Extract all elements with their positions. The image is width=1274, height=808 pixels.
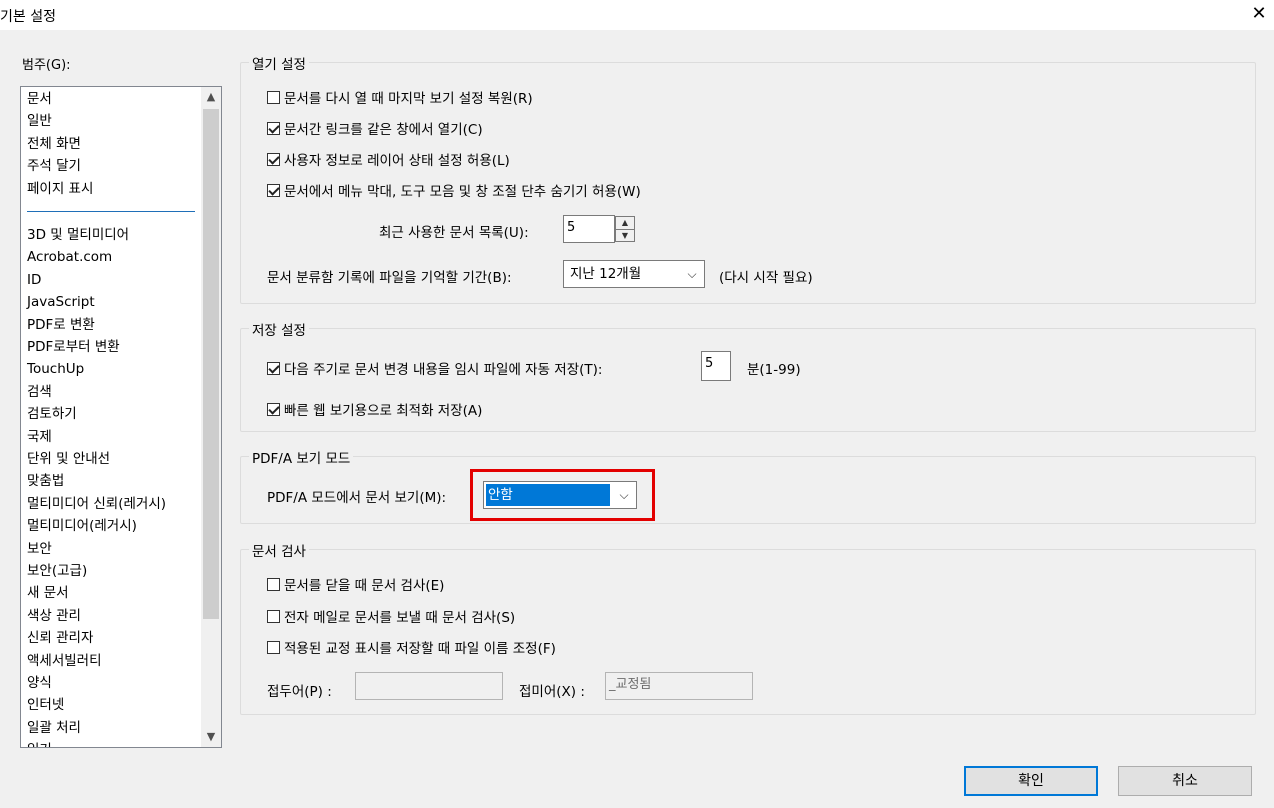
restart-note: (다시 시작 필요)	[719, 270, 813, 286]
category-item[interactable]: 단위 및 안내선	[27, 449, 110, 469]
suffix-label: 접미어(X) :	[519, 684, 585, 700]
category-item[interactable]: ID	[27, 270, 41, 290]
checkbox-box[interactable]	[267, 90, 280, 104]
checkbox-box[interactable]	[267, 577, 280, 591]
category-item[interactable]: 보안	[27, 539, 52, 559]
category-label: 범주(G):	[22, 58, 71, 73]
category-item[interactable]: 페이지 표시	[27, 179, 93, 199]
scroll-up-icon[interactable]: ▲	[201, 87, 221, 107]
category-item[interactable]: 액세서빌러티	[27, 651, 102, 671]
suffix-input[interactable]: _교정됨	[605, 672, 753, 700]
recent-docs-input[interactable]: 5	[563, 215, 615, 243]
category-item[interactable]: 일괄 처리	[27, 718, 81, 738]
category-item[interactable]: 일반	[27, 111, 52, 131]
check-on-email-checkbox[interactable]: 전자 메일로 문서를 보낼 때 문서 검사(S)	[267, 606, 515, 626]
category-item[interactable]: 읽기	[27, 740, 52, 747]
layer-state-checkbox[interactable]: 사용자 정보로 레이어 상태 설정 허용(L)	[267, 149, 510, 169]
prefix-input[interactable]	[355, 672, 503, 700]
pdfa-group: PDF/A 보기 모드 PDF/A 모드에서 문서 보기(M): 안함 ⌵	[240, 447, 1256, 524]
scroll-thumb[interactable]	[203, 109, 219, 619]
category-item[interactable]: 주석 달기	[27, 156, 81, 176]
history-label: 문서 분류함 기록에 파일을 기억할 기간(B):	[267, 270, 512, 286]
category-item[interactable]: 새 문서	[27, 583, 69, 603]
save-settings-legend: 저장 설정	[249, 319, 309, 339]
restore-view-checkbox[interactable]: 문서를 다시 열 때 마지막 보기 설정 복원(R)	[267, 87, 533, 107]
category-item[interactable]: 인터넷	[27, 695, 64, 715]
category-item[interactable]: 검색	[27, 382, 52, 402]
category-item[interactable]: 문서	[27, 89, 52, 109]
checkbox-box[interactable]	[267, 640, 280, 654]
history-value: 지난 12개월	[570, 266, 642, 282]
recent-docs-spinner[interactable]: ▲ ▼	[615, 216, 635, 242]
category-item[interactable]: 국제	[27, 427, 52, 447]
highlight-box	[470, 469, 655, 521]
autosave-unit: 분(1-99)	[747, 362, 801, 378]
category-scrollbar[interactable]: ▲ ▼	[201, 87, 221, 747]
title-bar	[0, 0, 1274, 30]
checkbox-box[interactable]	[267, 609, 280, 623]
doc-check-legend: 문서 검사	[249, 540, 309, 560]
category-item[interactable]: PDF로 변환	[27, 315, 95, 335]
scroll-down-icon[interactable]: ▼	[201, 727, 221, 747]
category-item[interactable]: 멀티미디어(레거시)	[27, 516, 137, 536]
category-item[interactable]: 신뢰 관리자	[27, 628, 93, 648]
recent-docs-label: 최근 사용한 문서 목록(U):	[379, 225, 529, 241]
spin-down-icon[interactable]: ▼	[616, 230, 634, 242]
spin-up-icon[interactable]: ▲	[616, 217, 634, 230]
category-item[interactable]: 3D 및 멀티미디어	[27, 225, 129, 245]
adjust-filename-checkbox[interactable]: 적용된 교정 표시를 저장할 때 파일 이름 조정(F)	[267, 637, 556, 657]
category-item[interactable]: 보안(고급)	[27, 561, 87, 581]
open-settings-group: 열기 설정 문서를 다시 열 때 마지막 보기 설정 복원(R) 문서간 링크를…	[240, 53, 1256, 304]
window-title: 기본 설정	[0, 9, 56, 25]
autosave-interval-input[interactable]: 5	[701, 351, 731, 381]
check-on-close-checkbox[interactable]: 문서를 닫을 때 문서 검사(E)	[267, 574, 444, 594]
category-item[interactable]: Acrobat.com	[27, 247, 112, 267]
chevron-down-icon[interactable]: ⌵	[680, 261, 704, 287]
hide-menubar-checkbox[interactable]: 문서에서 메뉴 막대, 도구 모음 및 창 조절 단추 숨기기 허용(W)	[267, 180, 641, 200]
pdfa-legend: PDF/A 보기 모드	[249, 447, 354, 467]
close-icon[interactable]: ✕	[1248, 2, 1270, 26]
category-item[interactable]: 전체 화면	[27, 134, 81, 154]
category-item[interactable]: 양식	[27, 673, 52, 693]
ok-button[interactable]: 확인	[964, 766, 1098, 796]
checkbox-box[interactable]	[267, 361, 280, 375]
category-item[interactable]: JavaScript	[27, 292, 95, 312]
save-settings-group: 저장 설정 다음 주기로 문서 변경 내용을 임시 파일에 자동 저장(T): …	[240, 319, 1256, 432]
category-item[interactable]: 맞춤법	[27, 471, 64, 491]
checkbox-box[interactable]	[267, 121, 280, 135]
cancel-button[interactable]: 취소	[1118, 766, 1252, 796]
category-item[interactable]: 검토하기	[27, 404, 77, 424]
category-item[interactable]: PDF로부터 변환	[27, 337, 120, 357]
checkbox-box[interactable]	[267, 402, 280, 416]
same-window-links-checkbox[interactable]: 문서간 링크를 같은 창에서 열기(C)	[267, 118, 483, 138]
category-item[interactable]: TouchUp	[27, 359, 84, 379]
doc-check-group: 문서 검사 문서를 닫을 때 문서 검사(E) 전자 메일로 문서를 보낼 때 …	[240, 540, 1256, 715]
category-listbox[interactable]: 문서 일반전체 화면 주석 달기페이지 표시 3D 및 멀티미디어 Acrobat.co…	[20, 86, 222, 748]
category-item[interactable]: 색상 관리	[27, 606, 81, 626]
checkbox-box[interactable]	[267, 183, 280, 197]
history-dropdown[interactable]: 지난 12개월 ⌵	[563, 260, 705, 288]
pdfa-label: PDF/A 모드에서 문서 보기(M):	[267, 490, 447, 506]
open-settings-legend: 열기 설정	[249, 53, 309, 73]
fast-web-view-checkbox[interactable]: 빠른 웹 보기용으로 최적화 저장(A)	[267, 399, 482, 419]
prefix-label: 접두어(P) :	[267, 684, 332, 700]
category-item[interactable]: 멀티미디어 신뢰(레거시)	[27, 494, 166, 514]
checkbox-box[interactable]	[267, 152, 280, 166]
autosave-checkbox[interactable]: 다음 주기로 문서 변경 내용을 임시 파일에 자동 저장(T):	[267, 358, 602, 378]
list-separator	[27, 211, 195, 212]
